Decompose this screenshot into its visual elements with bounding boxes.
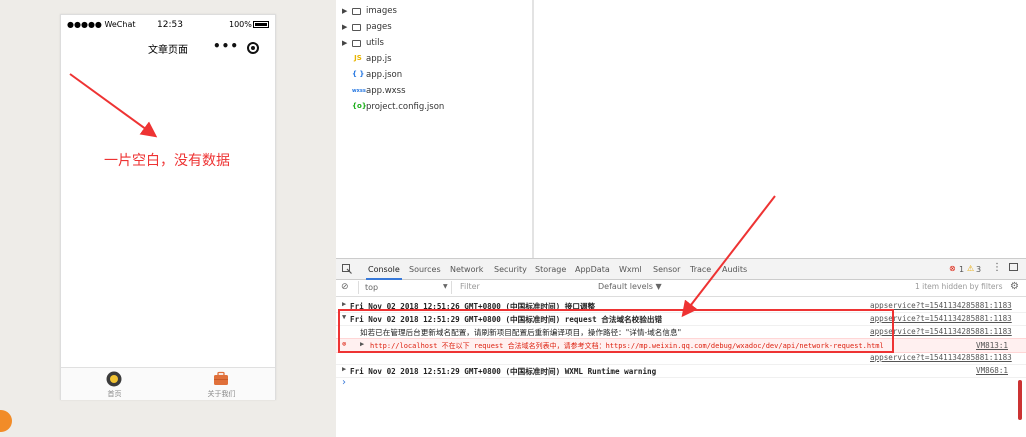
arrow-to-blank-area: [69, 73, 158, 138]
annotation-arrows: [69, 73, 776, 318]
console-scrollbar[interactable]: [1018, 380, 1022, 420]
arrow-to-error-log: [681, 195, 776, 318]
